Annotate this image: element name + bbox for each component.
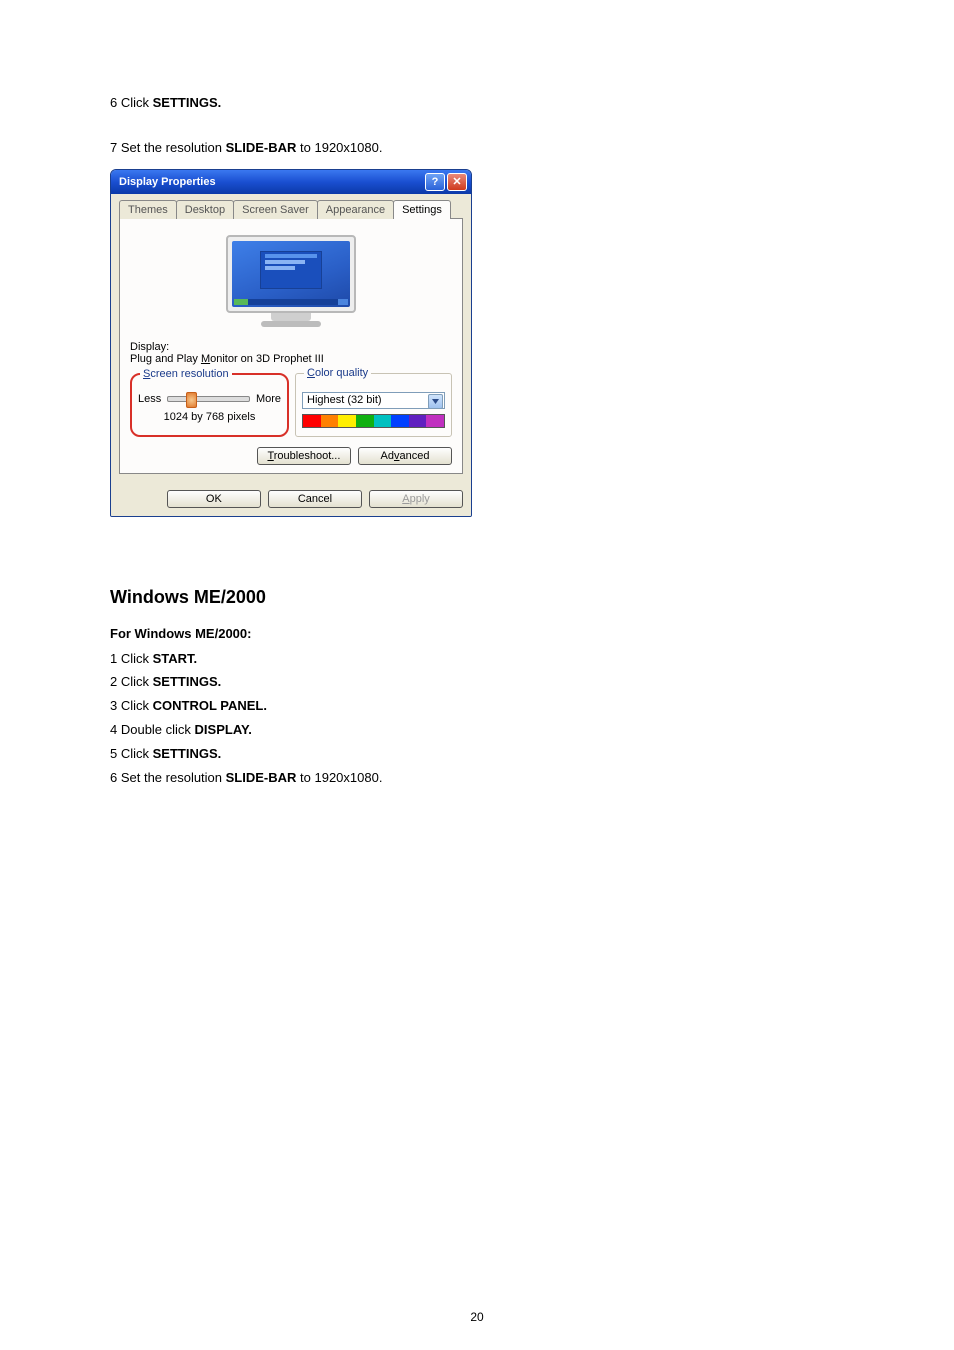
tab-screen-saver[interactable]: Screen Saver bbox=[233, 200, 318, 219]
step-keyword: SLIDE-BAR bbox=[226, 140, 297, 155]
color-quality-legend: Color quality bbox=[304, 367, 371, 379]
troubleshoot-button[interactable]: Troubleshoot... bbox=[257, 447, 351, 465]
instruction-step: 7 Set the resolution SLIDE-BAR to 1920x1… bbox=[110, 138, 844, 159]
tab-themes[interactable]: Themes bbox=[119, 200, 177, 219]
dialog-body: Themes Desktop Screen Saver Appearance S… bbox=[111, 194, 471, 482]
advanced-button[interactable]: Advanced bbox=[358, 447, 452, 465]
ok-button[interactable]: OK bbox=[167, 490, 261, 508]
instruction-step: 6 Set the resolution SLIDE-BAR to 1920x1… bbox=[110, 768, 844, 789]
resolution-slider[interactable] bbox=[167, 396, 250, 402]
dialog-title: Display Properties bbox=[119, 176, 216, 188]
document-page: 6 Click SETTINGS. 7 Set the resolution S… bbox=[0, 0, 954, 1350]
tab-settings-pane: Display: Plug and Play Monitor on 3D Pro… bbox=[119, 218, 463, 474]
resolution-value: 1024 by 768 pixels bbox=[138, 411, 281, 423]
dialog-titlebar[interactable]: Display Properties ? ✕ bbox=[111, 170, 471, 194]
slider-more-label: More bbox=[256, 393, 281, 405]
slider-less-label: Less bbox=[138, 393, 161, 405]
close-button[interactable]: ✕ bbox=[447, 173, 467, 191]
page-number: 20 bbox=[0, 1310, 954, 1324]
instruction-step: 3 Click CONTROL PANEL. bbox=[110, 696, 844, 717]
display-label: Display: bbox=[130, 341, 452, 353]
color-quality-value: Highest (32 bit) bbox=[307, 394, 382, 406]
instruction-step: 6 Click SETTINGS. bbox=[110, 93, 844, 114]
instruction-step: 1 Click START. bbox=[110, 649, 844, 670]
tab-strip: Themes Desktop Screen Saver Appearance S… bbox=[119, 200, 463, 219]
help-icon: ? bbox=[432, 176, 439, 188]
display-properties-dialog: Display Properties ? ✕ Themes Desktop Sc… bbox=[110, 169, 472, 517]
instruction-step: 5 Click SETTINGS. bbox=[110, 744, 844, 765]
chevron-down-icon bbox=[428, 394, 443, 409]
instruction-step: 2 Click SETTINGS. bbox=[110, 672, 844, 693]
me2000-steps: 1 Click START. 2 Click SETTINGS. 3 Click… bbox=[110, 649, 844, 789]
color-gradient-preview bbox=[302, 414, 445, 428]
tab-desktop[interactable]: Desktop bbox=[176, 200, 234, 219]
dialog-footer: OK Cancel Apply bbox=[111, 482, 471, 516]
step-keyword: SETTINGS. bbox=[153, 95, 222, 110]
step-text: to 1920x1080. bbox=[296, 140, 382, 155]
tab-settings[interactable]: Settings bbox=[393, 200, 451, 219]
slider-thumb[interactable] bbox=[186, 392, 197, 408]
color-quality-group: Color quality Highest (32 bit) bbox=[295, 373, 452, 437]
monitor-preview bbox=[130, 235, 452, 327]
apply-button[interactable]: Apply bbox=[369, 490, 463, 508]
section-subhead: For Windows ME/2000: bbox=[110, 626, 844, 641]
cancel-button[interactable]: Cancel bbox=[268, 490, 362, 508]
step-text: 6 Click bbox=[110, 95, 153, 110]
step-text: 7 Set the resolution bbox=[110, 140, 226, 155]
color-quality-select[interactable]: Highest (32 bit) bbox=[302, 392, 445, 409]
close-icon: ✕ bbox=[452, 175, 461, 188]
screen-resolution-legend: Screen resolution bbox=[140, 368, 232, 380]
screen-resolution-group: Screen resolution Less More 1024 by 768 … bbox=[130, 373, 289, 437]
help-button[interactable]: ? bbox=[425, 173, 445, 191]
instruction-step: 4 Double click DISPLAY. bbox=[110, 720, 844, 741]
section-heading: Windows ME/2000 bbox=[110, 587, 844, 608]
tab-appearance[interactable]: Appearance bbox=[317, 200, 394, 219]
display-value: Plug and Play Monitor on 3D Prophet III bbox=[130, 353, 452, 365]
